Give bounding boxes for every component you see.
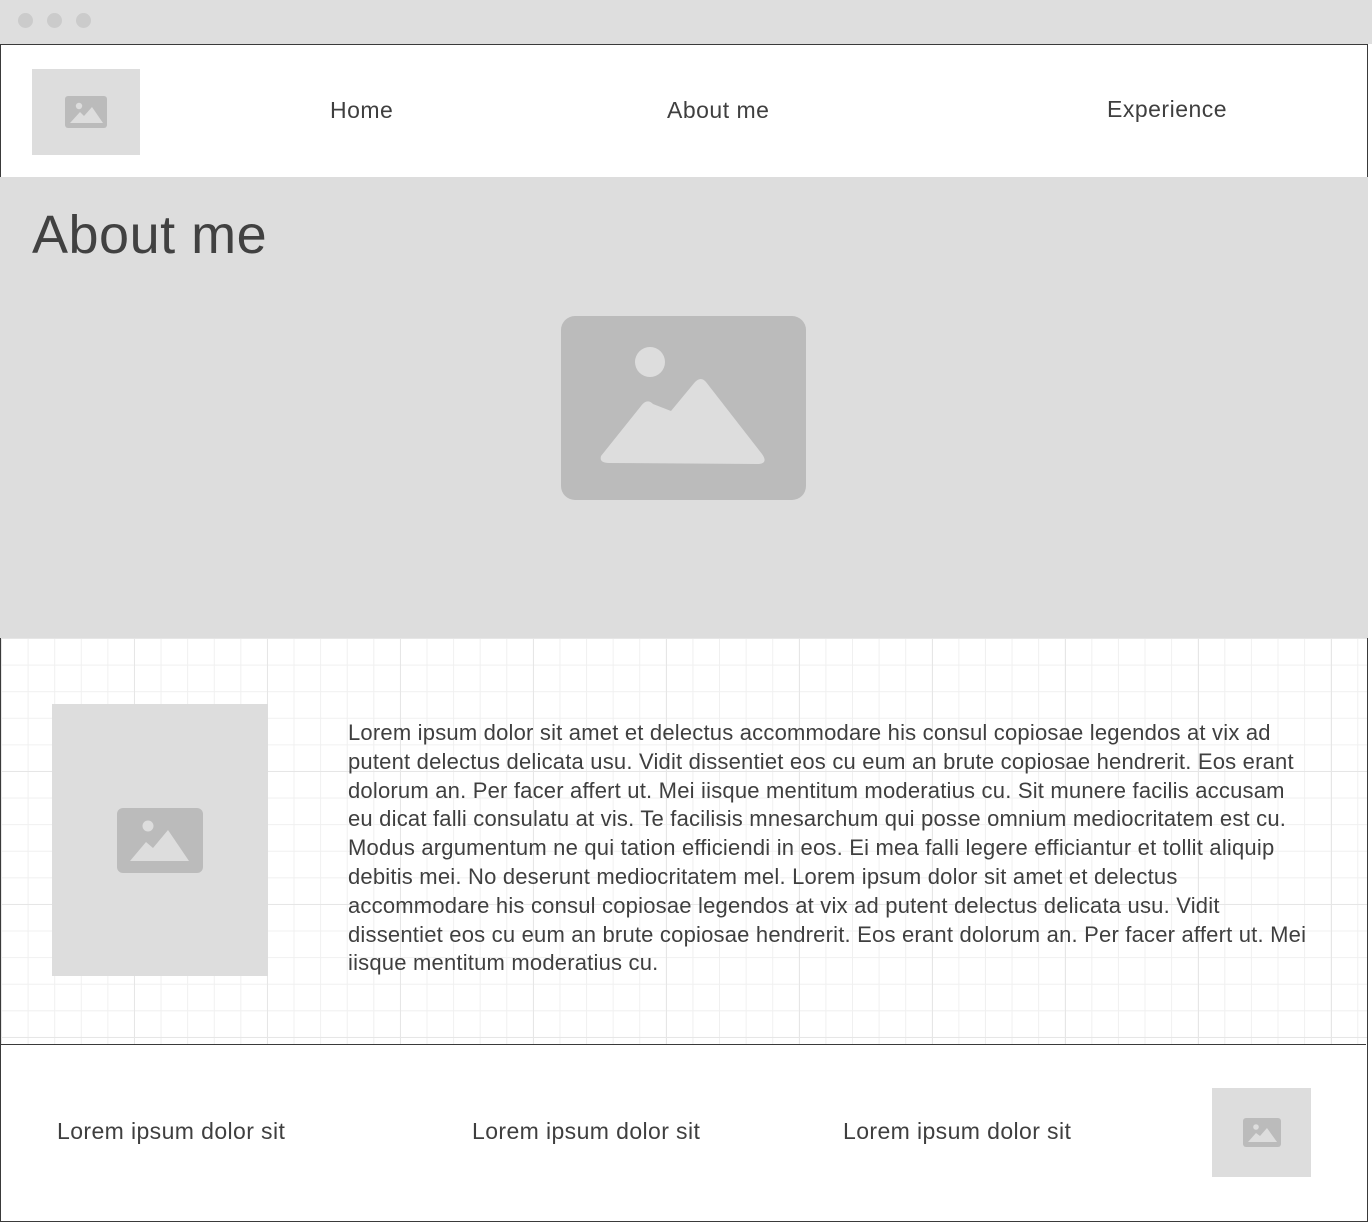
image-icon <box>65 96 107 128</box>
about-paragraph: Lorem ipsum dolor sit amet et delectus a… <box>348 720 1307 976</box>
window-minimize-button[interactable] <box>47 13 62 28</box>
profile-image-placeholder <box>52 704 268 976</box>
page-title: About me <box>32 205 268 265</box>
footer-link-3[interactable]: Lorem ipsum dolor sit <box>843 1118 1071 1145</box>
window-maximize-button[interactable] <box>76 13 91 28</box>
nav-experience-link[interactable]: Experience <box>1107 96 1227 123</box>
window-titlebar <box>0 0 1372 44</box>
image-icon <box>561 316 806 500</box>
window-close-button[interactable] <box>18 13 33 28</box>
image-icon <box>117 807 203 873</box>
hero-image-placeholder <box>561 316 806 500</box>
nav-about-link[interactable]: About me <box>667 97 769 124</box>
footer-link-1[interactable]: Lorem ipsum dolor sit <box>57 1118 285 1145</box>
footer-logo-placeholder[interactable] <box>1212 1088 1311 1177</box>
logo-placeholder[interactable] <box>32 69 140 155</box>
footer-link-2[interactable]: Lorem ipsum dolor sit <box>472 1118 700 1145</box>
nav-home-link[interactable]: Home <box>330 97 393 124</box>
image-icon <box>1242 1118 1281 1147</box>
